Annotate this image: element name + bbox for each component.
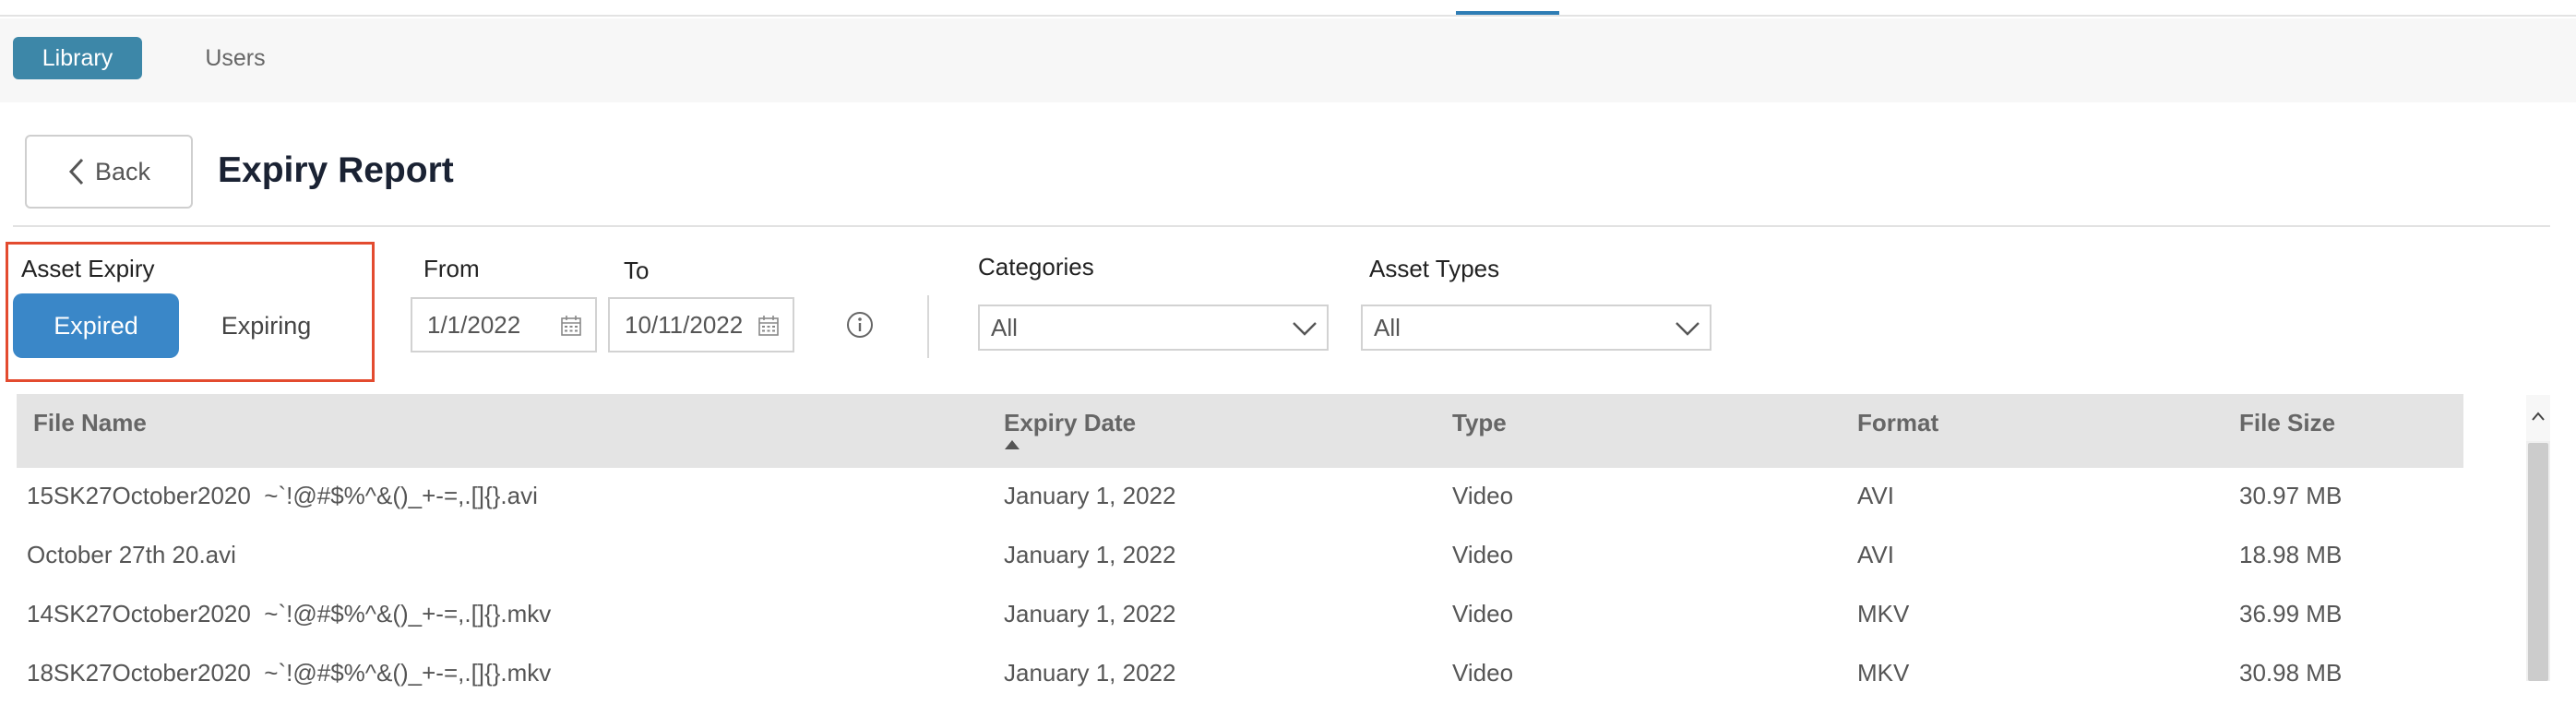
nav-users-button[interactable]: Users: [180, 37, 291, 79]
from-date-input[interactable]: 1/1/2022: [411, 297, 597, 352]
chevron-down-icon: [1293, 322, 1317, 336]
table-cell: January 1, 2022: [1004, 600, 1176, 627]
expired-toggle-button[interactable]: Expired: [13, 293, 179, 358]
table-cell: January 1, 2022: [1004, 659, 1176, 687]
header-divider: [13, 225, 2550, 227]
categories-value: All: [991, 313, 1018, 341]
table-cell: October 27th 20.avi: [27, 541, 236, 568]
calendar-icon[interactable]: [757, 315, 780, 337]
table-cell: MKV: [1857, 600, 1910, 627]
table-cell: January 1, 2022: [1004, 482, 1176, 509]
categories-select[interactable]: All: [978, 305, 1329, 351]
table-cell: Video: [1452, 659, 1514, 687]
filter-divider: [927, 295, 929, 358]
table-cell: 30.97 MB: [2239, 482, 2343, 509]
table-cell: 36.99 MB: [2239, 600, 2343, 627]
to-label: To: [624, 257, 650, 284]
back-button-label: Back: [94, 157, 151, 185]
table-cell: 30.98 MB: [2239, 659, 2343, 687]
table-cell: MKV: [1857, 659, 1910, 687]
table-cell: 18SK27October2020 ~`!@#$%^&()_+-=,.[]{}.…: [27, 659, 552, 687]
table-cell: Video: [1452, 482, 1514, 509]
chevron-down-icon: [1676, 322, 1699, 336]
from-date-value: 1/1/2022: [427, 310, 521, 339]
asset-expiry-label: Asset Expiry: [21, 255, 155, 282]
asset-types-label: Asset Types: [1369, 255, 1500, 282]
table-cell: Video: [1452, 600, 1514, 627]
asset-types-value: All: [1374, 313, 1401, 341]
nav-library-button[interactable]: Library: [13, 37, 142, 79]
column-header-type[interactable]: Type: [1452, 409, 1507, 437]
sort-ascending-icon[interactable]: [1004, 439, 1020, 450]
table-header: [17, 394, 2463, 468]
scroll-up-button[interactable]: [2526, 395, 2550, 441]
active-tab-indicator: [1456, 11, 1559, 15]
top-bar: [0, 0, 2576, 17]
table-cell: 15SK27October2020 ~`!@#$%^&()_+-=,.[]{}.…: [27, 482, 538, 509]
info-icon[interactable]: [845, 310, 875, 340]
categories-label: Categories: [978, 253, 1094, 281]
expiring-toggle-button[interactable]: Expiring: [199, 293, 333, 358]
table-cell: January 1, 2022: [1004, 541, 1176, 568]
table-cell: AVI: [1857, 482, 1894, 509]
chevron-left-icon: [68, 158, 84, 185]
back-button[interactable]: Back: [25, 135, 193, 209]
asset-types-select[interactable]: All: [1361, 305, 1711, 351]
column-header-format[interactable]: Format: [1857, 409, 1938, 437]
table-cell: Video: [1452, 541, 1514, 568]
scrollbar-thumb[interactable]: [2528, 443, 2548, 681]
table-cell: AVI: [1857, 541, 1894, 568]
page-title: Expiry Report: [218, 150, 454, 190]
to-date-value: 10/11/2022: [625, 310, 744, 339]
to-date-input[interactable]: 10/11/2022: [608, 297, 794, 352]
column-header-file-size[interactable]: File Size: [2239, 409, 2335, 437]
table-cell: 14SK27October2020 ~`!@#$%^&()_+-=,.[]{}.…: [27, 600, 552, 627]
chevron-up-icon: [2532, 412, 2545, 421]
calendar-icon[interactable]: [560, 315, 582, 337]
sub-navigation: Library Users: [0, 18, 2576, 102]
from-label: From: [423, 255, 480, 282]
column-header-file-name[interactable]: File Name: [33, 409, 147, 437]
table-cell: 18.98 MB: [2239, 541, 2343, 568]
column-header-expiry-date[interactable]: Expiry Date: [1004, 409, 1136, 437]
table-row[interactable]: [17, 528, 2463, 587]
